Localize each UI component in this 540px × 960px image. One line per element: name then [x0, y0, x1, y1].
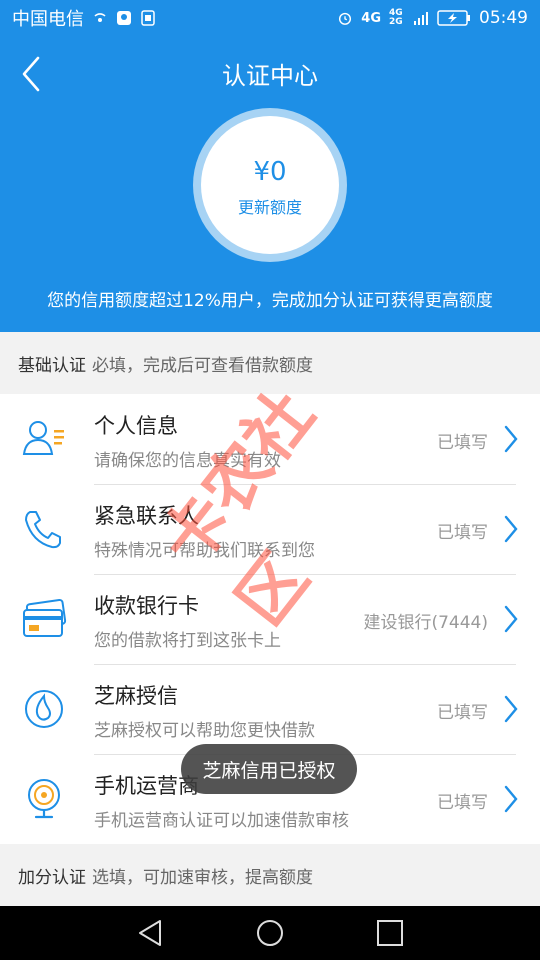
wifi-hotspot-icon [92, 10, 108, 26]
location-icon [116, 10, 132, 26]
list-item-bank-card[interactable]: 收款银行卡 您的借款将打到这张卡上 建设银行(7444) [0, 574, 540, 664]
item-subtitle: 手机运营商认证可以加速借款审核 [94, 811, 349, 831]
chevron-right-icon [504, 425, 518, 453]
item-status: 已填写 [437, 793, 488, 813]
sesame-icon [20, 686, 70, 732]
update-credit-label: 更新额度 [237, 198, 302, 217]
chevron-right-icon [504, 785, 518, 813]
page-title: 认证中心 [222, 62, 318, 90]
nav-recents-icon[interactable] [375, 918, 405, 948]
item-subtitle: 请确保您的信息真实有效 [94, 451, 281, 471]
item-status: 建设银行(7444) [363, 613, 488, 633]
list-item-sesame-credit[interactable]: 芝麻授信 芝麻授权可以帮助您更快借款 已填写 [0, 664, 540, 754]
list-item-personal-info[interactable]: 个人信息 请确保您的信息真实有效 已填写 [0, 394, 540, 484]
carrier-name: 中国电信 [12, 9, 84, 30]
navigation-bar [0, 906, 540, 960]
section-desc: 选填，可加速审核，提高额度 [92, 867, 313, 888]
section-desc: 必填，完成后可查看借款额度 [92, 355, 313, 376]
item-title: 紧急联系人 [94, 504, 199, 528]
chevron-right-icon [504, 605, 518, 633]
battery-icon [437, 9, 471, 27]
nav-home-icon[interactable] [255, 918, 285, 948]
phone-icon [20, 506, 70, 552]
item-title: 收款银行卡 [94, 594, 199, 618]
update-credit-button[interactable]: ¥0 更新额度 [201, 116, 339, 254]
header: 认证中心 ¥0 更新额度 您的信用额度超过12%用户，完成加分认证可获得更高额度 [0, 36, 540, 332]
item-status: 已填写 [437, 523, 488, 543]
chevron-right-icon [504, 515, 518, 543]
section-label: 基础认证 [18, 355, 86, 376]
item-status: 已填写 [437, 433, 488, 453]
clock-time: 05:49 [479, 8, 528, 28]
item-title: 芝麻授信 [94, 684, 178, 708]
sim-icon [140, 10, 156, 26]
extra-auth-section-header[interactable]: 加分认证 选填，可加速审核，提高额度 [0, 844, 540, 906]
item-subtitle: 芝麻授权可以帮助您更快借款 [94, 721, 315, 741]
alarm-icon [337, 10, 353, 26]
nav-back-icon[interactable] [136, 918, 166, 948]
chevron-right-icon [504, 695, 518, 723]
bank-card-icon [20, 596, 70, 642]
list-item-emergency-contact[interactable]: 紧急联系人 特殊情况可帮助我们联系到您 已填写 [0, 484, 540, 574]
network-type: 4G [361, 10, 381, 26]
signal-icon [413, 10, 429, 26]
credit-amount-circle: ¥0 更新额度 [193, 108, 347, 262]
item-subtitle: 您的借款将打到这张卡上 [94, 631, 281, 651]
section-label: 加分认证 [18, 867, 86, 888]
person-icon [20, 416, 70, 462]
toast-message: 芝麻信用已授权 [181, 744, 357, 794]
network-type-secondary: 4G 2G [389, 8, 403, 27]
item-status: 已填写 [437, 703, 488, 723]
credit-amount: ¥0 [253, 157, 287, 187]
basic-auth-section-header: 基础认证 必填，完成后可查看借款额度 [0, 332, 540, 394]
item-title: 个人信息 [94, 414, 178, 438]
status-bar: 中国电信 4G 4G 2G 05:49 [0, 0, 540, 36]
credit-hint: 您的信用额度超过12%用户，完成加分认证可获得更高额度 [47, 291, 493, 311]
operator-icon [20, 776, 70, 822]
item-subtitle: 特殊情况可帮助我们联系到您 [94, 541, 315, 561]
